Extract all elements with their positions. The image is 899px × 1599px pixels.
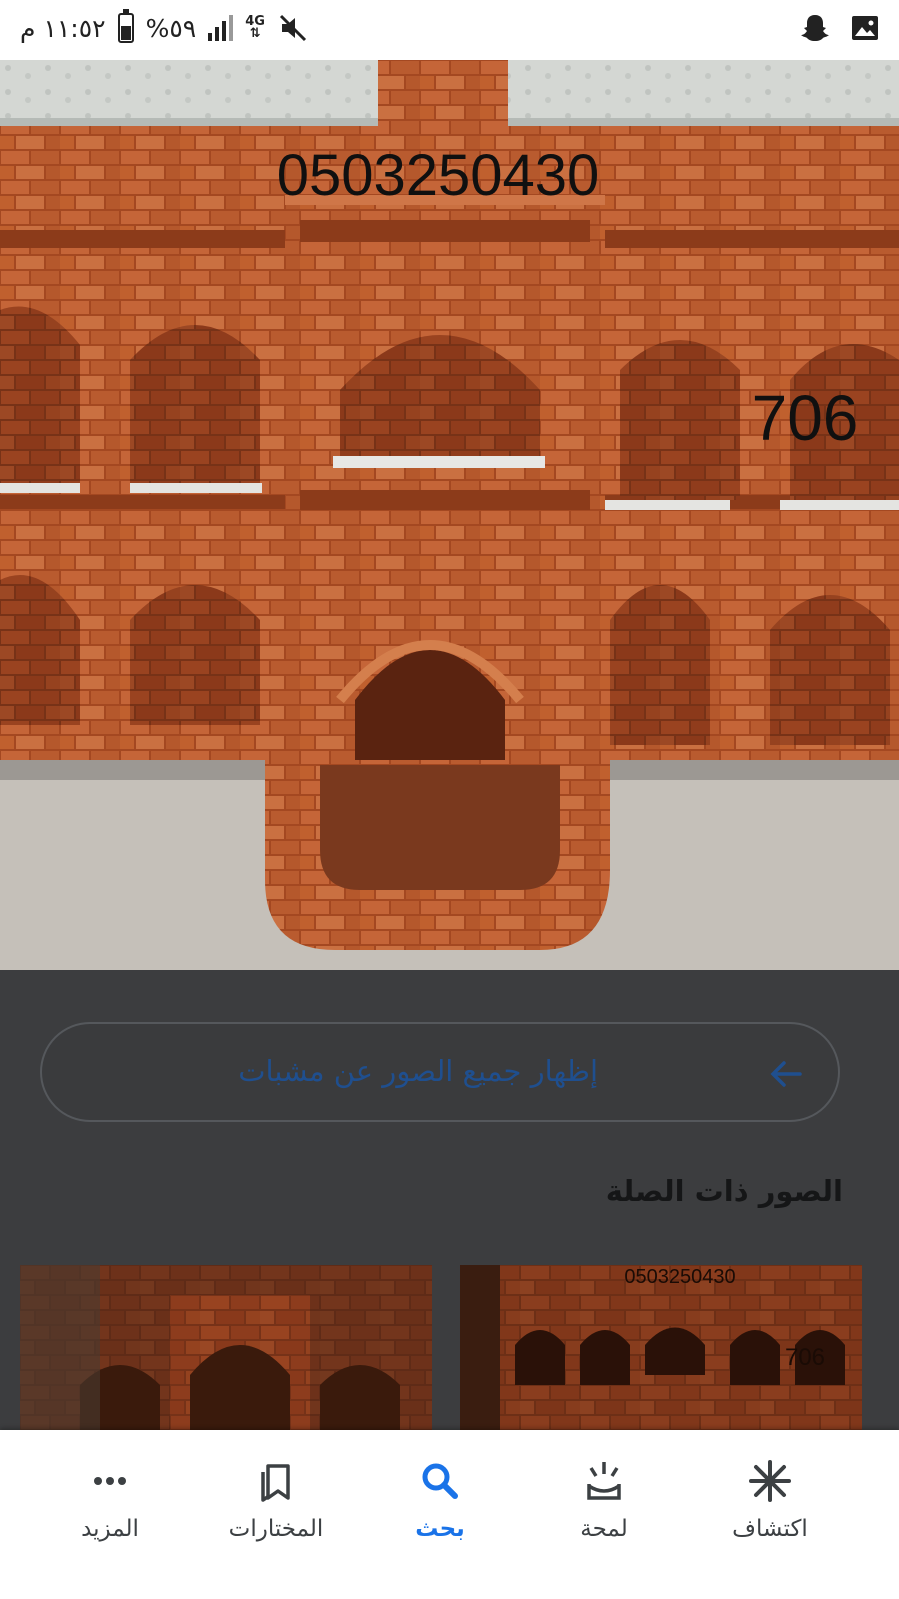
related-images-title: الصور ذات الصلة <box>605 1174 843 1208</box>
show-all-images-button[interactable]: إظهار جميع الصور عن مشبات <box>40 1022 840 1122</box>
nav-snapshot[interactable]: لمحة <box>524 1430 684 1599</box>
nav-snapshot-label: لمحة <box>580 1516 628 1542</box>
bottom-navigation: المزيد المختارات بحث لمحة اكتشاف <box>0 1430 899 1599</box>
related-image-thumb[interactable] <box>20 1265 432 1440</box>
nav-more[interactable]: المزيد <box>30 1430 190 1599</box>
nav-search-label: بحث <box>415 1516 465 1542</box>
nav-discover[interactable]: اكتشاف <box>690 1430 850 1599</box>
arrow-left-icon <box>770 1061 802 1087</box>
discover-asterisk-icon <box>749 1460 791 1502</box>
clock: ١١:٥٢ م <box>20 13 106 43</box>
battery-percent: %٥٩ <box>145 13 197 43</box>
gallery-icon <box>852 16 878 40</box>
preview-image[interactable]: 0503250430 706 <box>0 60 899 970</box>
signal-icon <box>208 15 234 41</box>
more-dots-icon <box>94 1477 126 1485</box>
show-all-label: إظهار جميع الصور عن مشبات <box>238 1054 598 1088</box>
thumb-watermark-number: 706 <box>785 1344 825 1371</box>
mute-icon <box>279 14 306 42</box>
nav-search[interactable]: بحث <box>360 1430 520 1599</box>
search-icon <box>422 1463 458 1499</box>
status-bar: ١١:٥٢ م %٥٩ 4G ⇅ <box>0 0 899 60</box>
related-image-thumb[interactable]: 0503250430 706 <box>460 1265 862 1440</box>
status-left: ١١:٥٢ م %٥٩ 4G ⇅ <box>20 9 309 44</box>
bookmarks-icon <box>261 1464 290 1502</box>
thumb-phone-number: 0503250430 <box>624 1266 735 1288</box>
status-right <box>799 12 881 44</box>
nav-collections[interactable]: المختارات <box>196 1430 356 1599</box>
nav-collections-label: المختارات <box>228 1516 324 1542</box>
nav-discover-label: اكتشاف <box>732 1516 808 1542</box>
nav-more-label: المزيد <box>81 1516 139 1542</box>
battery-icon <box>117 9 134 43</box>
snapshot-icon <box>587 1462 621 1500</box>
snapchat-icon <box>801 15 829 41</box>
network-type: 4G ⇅ <box>245 14 265 41</box>
